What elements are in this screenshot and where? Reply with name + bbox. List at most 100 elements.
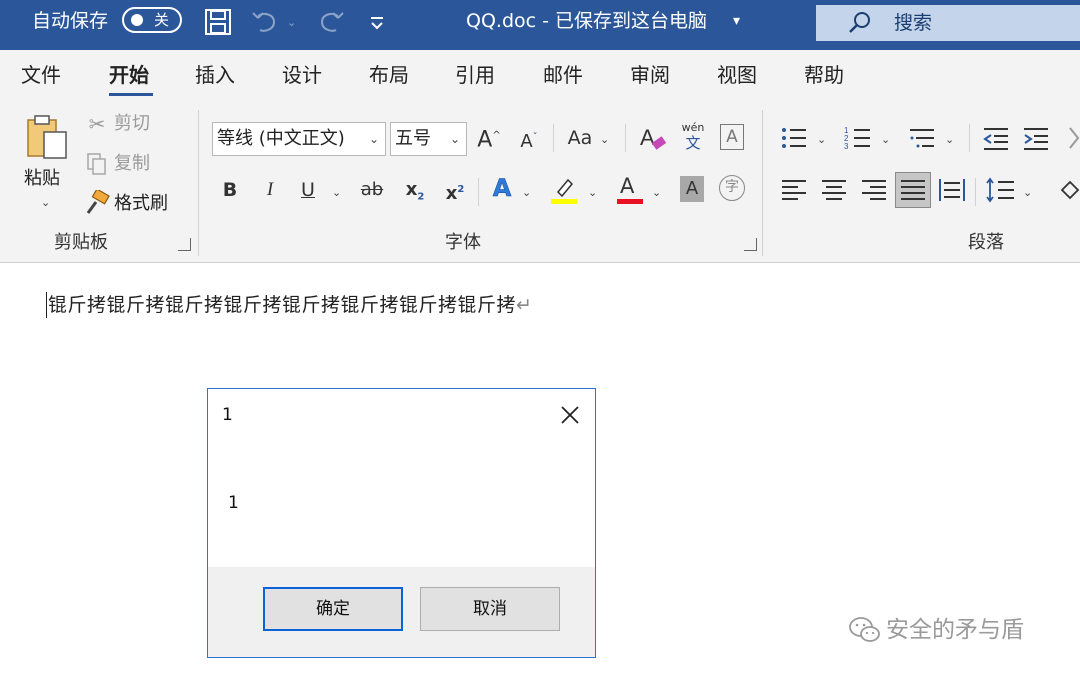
tab-help[interactable]: 帮助 <box>804 62 844 88</box>
tab-view[interactable]: 视图 <box>717 62 757 88</box>
bullets-dropdown-icon[interactable]: ⌄ <box>817 134 826 146</box>
bold-button[interactable]: B <box>219 176 241 204</box>
character-border-icon[interactable]: A <box>720 124 744 150</box>
tab-file[interactable]: 文件 <box>21 62 61 88</box>
paragraph-mark-icon: ↵ <box>516 294 533 316</box>
autosave-label: 自动保存 <box>32 10 109 32</box>
font-size-value: 五号 <box>395 128 431 149</box>
subscript-button[interactable]: x2 <box>402 176 428 212</box>
clipboard-group-label: 剪贴板 <box>54 232 108 253</box>
shrink-font-icon[interactable]: Aˇ <box>516 124 542 156</box>
change-case-dropdown-icon[interactable]: ⌄ <box>600 134 609 146</box>
align-right-icon[interactable] <box>860 176 888 204</box>
character-shading-icon[interactable]: A <box>680 176 704 202</box>
tab-insert[interactable]: 插入 <box>195 62 235 88</box>
distributed-icon[interactable] <box>938 176 966 204</box>
save-icon[interactable] <box>203 8 233 36</box>
italic-button[interactable]: I <box>259 176 281 204</box>
increase-indent-icon[interactable] <box>1022 124 1050 152</box>
chevron-down-icon: ⌄ <box>368 132 379 146</box>
shading-icon[interactable] <box>1058 176 1080 204</box>
active-tab-indicator <box>109 93 153 96</box>
font-group-label: 字体 <box>445 232 481 253</box>
text-effects-dropdown-icon[interactable]: ⌄ <box>522 187 531 199</box>
multilevel-dropdown-icon[interactable]: ⌄ <box>945 134 954 146</box>
redo-icon[interactable] <box>314 8 346 36</box>
tab-design[interactable]: 设计 <box>282 62 322 88</box>
tab-mailings[interactable]: 邮件 <box>543 62 583 88</box>
align-left-icon[interactable] <box>780 176 808 204</box>
tab-references[interactable]: 引用 <box>455 62 495 88</box>
justify-icon[interactable] <box>895 172 931 208</box>
paste-dropdown-icon[interactable]: ⌄ <box>41 197 50 209</box>
undo-icon[interactable] <box>250 8 282 36</box>
chevron-down-icon: ⌄ <box>449 132 460 146</box>
grow-font-icon[interactable]: A^ <box>476 122 502 154</box>
line-spacing-dropdown-icon[interactable]: ⌄ <box>1023 187 1032 199</box>
text-cursor <box>46 292 47 318</box>
format-painter-button[interactable]: 格式刷 <box>114 193 168 215</box>
clear-formatting-icon[interactable]: A <box>637 122 669 154</box>
document-title[interactable]: QQ.doc - 已保存到这台电脑 <box>466 9 707 33</box>
copy-button[interactable]: 复制 <box>114 153 150 175</box>
font-name-value: 等线 (中文正文) <box>217 128 345 149</box>
separator <box>478 178 479 206</box>
line-spacing-icon[interactable] <box>986 176 1016 204</box>
title-bar: 自动保存 关 ⌄ QQ.doc - 已保存到这台电脑 ▾ 搜索 <box>0 0 1080 50</box>
tab-review[interactable]: 审阅 <box>630 62 670 88</box>
numbering-dropdown-icon[interactable]: ⌄ <box>881 134 890 146</box>
align-center-icon[interactable] <box>820 176 848 204</box>
separator <box>625 124 626 152</box>
highlight-icon[interactable] <box>548 174 580 206</box>
font-size-select[interactable]: 五号 ⌄ <box>390 122 467 156</box>
font-color-dropdown-icon[interactable]: ⌄ <box>652 187 661 199</box>
multilevel-list-icon[interactable] <box>908 124 936 152</box>
phonetic-guide-icon[interactable]: wén 文 <box>680 122 706 154</box>
font-launcher-icon[interactable] <box>744 238 757 251</box>
change-case-icon[interactable]: Aa <box>563 124 597 152</box>
font-name-select[interactable]: 等线 (中文正文) ⌄ <box>212 122 386 156</box>
chinese-layout-icon[interactable] <box>1066 124 1080 152</box>
ribbon-home: 粘贴 ⌄ ✂ 剪切 复制 格式刷 剪贴板 等线 (中文正文) ⌄ 五号 ⌄ A^… <box>0 98 1080 263</box>
enclose-characters-icon[interactable]: 字 <box>719 175 745 201</box>
underline-button[interactable]: U <box>297 176 319 204</box>
strikethrough-button[interactable]: ab <box>358 176 386 204</box>
decrease-indent-icon[interactable] <box>982 124 1010 152</box>
dialog-footer: 确定 取消 <box>208 567 595 657</box>
font-color-icon[interactable]: A <box>615 174 645 206</box>
text-effects-icon[interactable]: A <box>489 174 515 203</box>
close-icon[interactable] <box>557 402 583 428</box>
undo-dropdown-icon[interactable]: ⌄ <box>287 17 296 29</box>
superscript-button[interactable]: x2 <box>442 176 468 208</box>
tab-home[interactable]: 开始 <box>109 62 149 88</box>
watermark-text: 安全的矛与盾 <box>886 617 1024 643</box>
paste-icon[interactable] <box>22 112 72 162</box>
clipboard-launcher-icon[interactable] <box>178 238 191 251</box>
search-box[interactable]: 搜索 <box>816 5 1080 41</box>
separator <box>975 178 976 206</box>
autosave-state: 关 <box>154 11 170 29</box>
search-label: 搜索 <box>894 12 933 34</box>
svg-text:A: A <box>640 125 655 150</box>
paragraph-group-label: 段落 <box>968 232 1004 253</box>
cancel-button[interactable]: 取消 <box>420 587 560 631</box>
customize-qat-icon[interactable] <box>368 8 386 36</box>
title-dropdown-icon[interactable]: ▾ <box>733 9 740 33</box>
dialog-title: 1 <box>222 405 233 425</box>
cut-button[interactable]: 剪切 <box>114 113 150 135</box>
group-separator <box>762 110 763 256</box>
group-separator <box>198 110 199 256</box>
autosave-toggle[interactable]: 关 <box>122 7 182 33</box>
underline-dropdown-icon[interactable]: ⌄ <box>332 187 341 199</box>
numbering-icon[interactable]: 1 2 3 <box>844 124 872 152</box>
bullets-icon[interactable] <box>780 124 808 152</box>
toggle-knob <box>131 14 143 26</box>
paste-label[interactable]: 粘贴 <box>24 168 60 190</box>
highlight-dropdown-icon[interactable]: ⌄ <box>588 187 597 199</box>
ribbon-tabs: 文件 开始 插入 设计 布局 引用 邮件 审阅 视图 帮助 <box>0 50 1080 98</box>
copy-icon <box>87 153 106 175</box>
separator <box>969 124 970 152</box>
document-text[interactable]: 锟斤拷锟斤拷锟斤拷锟斤拷锟斤拷锟斤拷锟斤拷锟斤拷↵ <box>48 292 532 318</box>
ok-button[interactable]: 确定 <box>263 587 403 631</box>
tab-layout[interactable]: 布局 <box>369 62 409 88</box>
